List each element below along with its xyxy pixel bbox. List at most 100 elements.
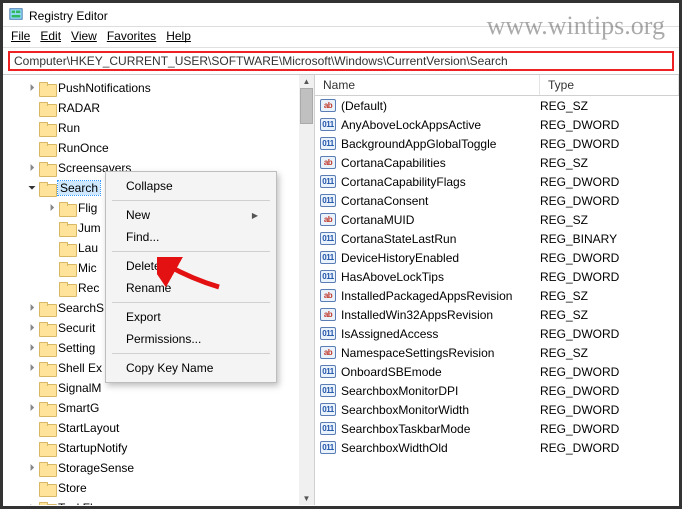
tree-node[interactable]: ⏵ TaskFlow (5, 498, 314, 505)
value-row[interactable]: 011OnboardSBEmodeREG_DWORD (315, 362, 679, 381)
context-collapse[interactable]: Collapse (108, 175, 274, 197)
value-name: SearchboxWidthOld (341, 441, 540, 455)
chevron-right-icon[interactable]: ⏵ (25, 81, 39, 95)
context-find[interactable]: Find... (108, 226, 274, 248)
tree-node-label[interactable]: Flig (78, 201, 97, 215)
tree-node-label[interactable]: Run (58, 121, 80, 135)
column-type[interactable]: Type (540, 75, 679, 95)
folder-icon (39, 102, 55, 115)
tree-node-label[interactable]: TaskFlow (58, 501, 108, 505)
tree-node-label[interactable]: Mic (78, 261, 97, 275)
menubar: File Edit View Favorites Help (3, 27, 679, 48)
value-row[interactable]: 011CortanaCapabilityFlagsREG_DWORD (315, 172, 679, 191)
tree-node[interactable]: StartupNotify (5, 438, 314, 458)
tree-node[interactable]: RADAR (5, 98, 314, 118)
string-value-icon: ab (319, 288, 337, 304)
value-row[interactable]: ab(Default)REG_SZ (315, 96, 679, 115)
tree-scrollbar[interactable]: ▲ ▼ (299, 75, 314, 505)
value-type: REG_DWORD (540, 251, 679, 265)
value-row[interactable]: 011SearchboxMonitorDPIREG_DWORD (315, 381, 679, 400)
binary-value-icon: 011 (319, 250, 337, 266)
chevron-right-icon[interactable]: ⏵ (25, 361, 39, 375)
context-separator (112, 200, 270, 201)
expander-none (25, 381, 39, 395)
value-row[interactable]: 011AnyAboveLockAppsActiveREG_DWORD (315, 115, 679, 134)
chevron-right-icon[interactable]: ⏵ (25, 161, 39, 175)
folder-icon (39, 422, 55, 435)
scroll-down-icon[interactable]: ▼ (303, 492, 311, 505)
tree-node-label[interactable]: Setting (58, 341, 95, 355)
column-name[interactable]: Name (315, 75, 540, 95)
chevron-right-icon[interactable]: ⏵ (25, 461, 39, 475)
value-type: REG_SZ (540, 156, 679, 170)
tree-node-label[interactable]: SearchS (58, 301, 104, 315)
binary-value-icon: 011 (319, 193, 337, 209)
tree-node-label[interactable]: Store (58, 481, 87, 495)
tree-node[interactable]: Store (5, 478, 314, 498)
scroll-up-icon[interactable]: ▲ (303, 75, 311, 88)
scroll-thumb[interactable] (300, 88, 313, 124)
menu-edit[interactable]: Edit (40, 29, 61, 43)
binary-value-icon: 011 (319, 231, 337, 247)
chevron-down-icon[interactable]: ⏷ (25, 181, 39, 195)
folder-icon (39, 302, 55, 315)
value-type: REG_DWORD (540, 137, 679, 151)
tree-node-label[interactable]: Securit (58, 321, 95, 335)
chevron-right-icon[interactable]: ⏵ (25, 321, 39, 335)
context-permissions[interactable]: Permissions... (108, 328, 274, 350)
folder-icon (59, 282, 75, 295)
expander-none (45, 221, 59, 235)
values-list[interactable]: ab(Default)REG_SZ011AnyAboveLockAppsActi… (315, 96, 679, 457)
context-new[interactable]: New (108, 204, 274, 226)
tree-node-label[interactable]: Shell Ex (58, 361, 102, 375)
value-row[interactable]: abCortanaMUIDREG_SZ (315, 210, 679, 229)
tree-node-label[interactable]: Lau (78, 241, 98, 255)
tree-node-label[interactable]: Rec (78, 281, 99, 295)
chevron-right-icon[interactable]: ⏵ (45, 201, 59, 215)
tree-node[interactable]: RunOnce (5, 138, 314, 158)
context-copy-key-name[interactable]: Copy Key Name (108, 357, 274, 379)
tree-node[interactable]: ⏵ PushNotifications (5, 78, 314, 98)
context-rename[interactable]: Rename (108, 277, 274, 299)
chevron-right-icon[interactable]: ⏵ (25, 301, 39, 315)
value-row[interactable]: 011SearchboxTaskbarModeREG_DWORD (315, 419, 679, 438)
tree-node-label[interactable]: PushNotifications (58, 81, 151, 95)
value-row[interactable]: 011BackgroundAppGlobalToggleREG_DWORD (315, 134, 679, 153)
value-row[interactable]: abNamespaceSettingsRevisionREG_SZ (315, 343, 679, 362)
chevron-right-icon[interactable]: ⏵ (25, 401, 39, 415)
tree-node-label[interactable]: RADAR (58, 101, 100, 115)
value-type: REG_DWORD (540, 403, 679, 417)
chevron-right-icon[interactable]: ⏵ (25, 501, 39, 505)
value-row[interactable]: 011SearchboxMonitorWidthREG_DWORD (315, 400, 679, 419)
menu-favorites[interactable]: Favorites (107, 29, 156, 43)
menu-file[interactable]: File (11, 29, 30, 43)
tree-node[interactable]: Run (5, 118, 314, 138)
tree-node-label[interactable]: RunOnce (58, 141, 109, 155)
tree-node[interactable]: ⏵ SmartG (5, 398, 314, 418)
tree-node-label[interactable]: StartupNotify (58, 441, 127, 455)
value-row[interactable]: abCortanaCapabilitiesREG_SZ (315, 153, 679, 172)
value-row[interactable]: 011SearchboxWidthOldREG_DWORD (315, 438, 679, 457)
value-row[interactable]: 011IsAssignedAccessREG_DWORD (315, 324, 679, 343)
context-export[interactable]: Export (108, 306, 274, 328)
value-row[interactable]: abInstalledPackagedAppsRevisionREG_SZ (315, 286, 679, 305)
tree-node[interactable]: ⏵ StorageSense (5, 458, 314, 478)
tree-node-label[interactable]: StorageSense (58, 461, 134, 475)
menu-help[interactable]: Help (166, 29, 191, 43)
value-row[interactable]: 011DeviceHistoryEnabledREG_DWORD (315, 248, 679, 267)
value-name: AnyAboveLockAppsActive (341, 118, 540, 132)
tree-node-label[interactable]: StartLayout (58, 421, 119, 435)
value-row[interactable]: 011HasAboveLockTipsREG_DWORD (315, 267, 679, 286)
context-delete[interactable]: Delete (108, 255, 274, 277)
tree-node-label[interactable]: Search (58, 181, 100, 195)
tree-node-label[interactable]: SmartG (58, 401, 99, 415)
chevron-right-icon[interactable]: ⏵ (25, 341, 39, 355)
tree-node-label[interactable]: SignalM (58, 381, 101, 395)
menu-view[interactable]: View (71, 29, 97, 43)
tree-node-label[interactable]: Jum (78, 221, 101, 235)
address-bar[interactable]: Computer\HKEY_CURRENT_USER\SOFTWARE\Micr… (8, 51, 674, 71)
tree-node[interactable]: StartLayout (5, 418, 314, 438)
value-row[interactable]: 011CortanaStateLastRunREG_BINARY (315, 229, 679, 248)
value-row[interactable]: abInstalledWin32AppsRevisionREG_SZ (315, 305, 679, 324)
value-row[interactable]: 011CortanaConsentREG_DWORD (315, 191, 679, 210)
